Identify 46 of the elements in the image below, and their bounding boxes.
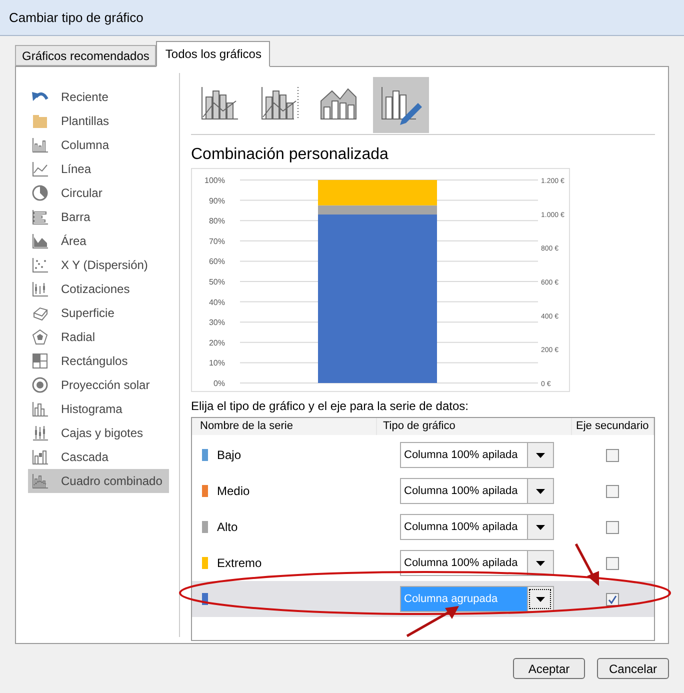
series-name: Alto	[217, 519, 238, 536]
chart-type-item[interactable]: Radial	[28, 325, 169, 349]
chart-type-dropdown[interactable]: Columna 100% apilada	[400, 478, 554, 504]
preview-title: Combinación personalizada	[191, 145, 390, 165]
column-header: Eje secundario	[572, 418, 654, 435]
chart-type-item[interactable]: Cuadro combinado	[28, 469, 169, 493]
chart-type-item[interactable]: Rectángulos	[28, 349, 169, 373]
chart-type-dropdown[interactable]: Columna 100% apilada	[400, 442, 554, 468]
axis-label: 80%	[208, 216, 225, 226]
chart-type-item[interactable]: Cascada	[28, 445, 169, 469]
axis-label: 90%	[208, 196, 225, 206]
dialog-button[interactable]: Aceptar	[513, 658, 585, 679]
chart-type-item[interactable]: Plantillas	[28, 109, 169, 133]
instruction-text: Elija el tipo de gráfico y el eje para la serie de datos:	[191, 398, 470, 415]
chart-type-item[interactable]: Área	[28, 229, 169, 253]
chart-type-item[interactable]: Circular	[28, 181, 169, 205]
chart-type-item[interactable]: Cajas y bigotes	[28, 421, 169, 445]
chart-type-item[interactable]: X Y (Dispersión)	[28, 253, 169, 277]
chart-tab[interactable]: Todos los gráficos	[156, 41, 270, 67]
series-name: Medio	[217, 483, 250, 500]
axis-label: 10%	[208, 358, 225, 368]
chart-type-item[interactable]: Superficie	[28, 301, 169, 325]
series-name: Bajo	[217, 447, 242, 464]
axis-label: 40%	[208, 298, 225, 307]
axis-label: 50%	[208, 278, 225, 286]
chart-type-dropdown[interactable]: Columna 100% apilada	[400, 550, 554, 576]
chart-tab[interactable]: Gráficos recomendados	[15, 45, 156, 66]
series-name: Extremo	[217, 555, 262, 572]
chart-type-item[interactable]: Reciente	[28, 85, 169, 109]
axis-label: 70%	[208, 236, 225, 246]
axis-label: 20%	[208, 338, 225, 348]
column-header: Nombre de la serie	[192, 418, 377, 435]
chart-type-item[interactable]: Columna	[28, 133, 169, 157]
chart-type-item[interactable]: Línea	[28, 157, 169, 181]
chart-type-dropdown[interactable]: Columna 100% apilada	[400, 514, 554, 540]
axis-label: 60%	[208, 257, 225, 266]
dialog-button[interactable]: Cancelar	[597, 658, 669, 679]
column-header: Tipo de gráfico	[377, 418, 572, 435]
axis-label: 0%	[213, 379, 225, 388]
chart-type-item[interactable]: Histograma	[28, 397, 169, 421]
axis-label: 30%	[208, 318, 225, 328]
window-title: Cambiar tipo de gráfico	[9, 8, 144, 27]
chart-type-item[interactable]: Proyección solar	[28, 373, 169, 397]
chart-type-item[interactable]: Cotizaciones	[28, 277, 169, 301]
axis-label: 100%	[204, 176, 225, 185]
chart-type-item[interactable]: Barra	[28, 205, 169, 229]
